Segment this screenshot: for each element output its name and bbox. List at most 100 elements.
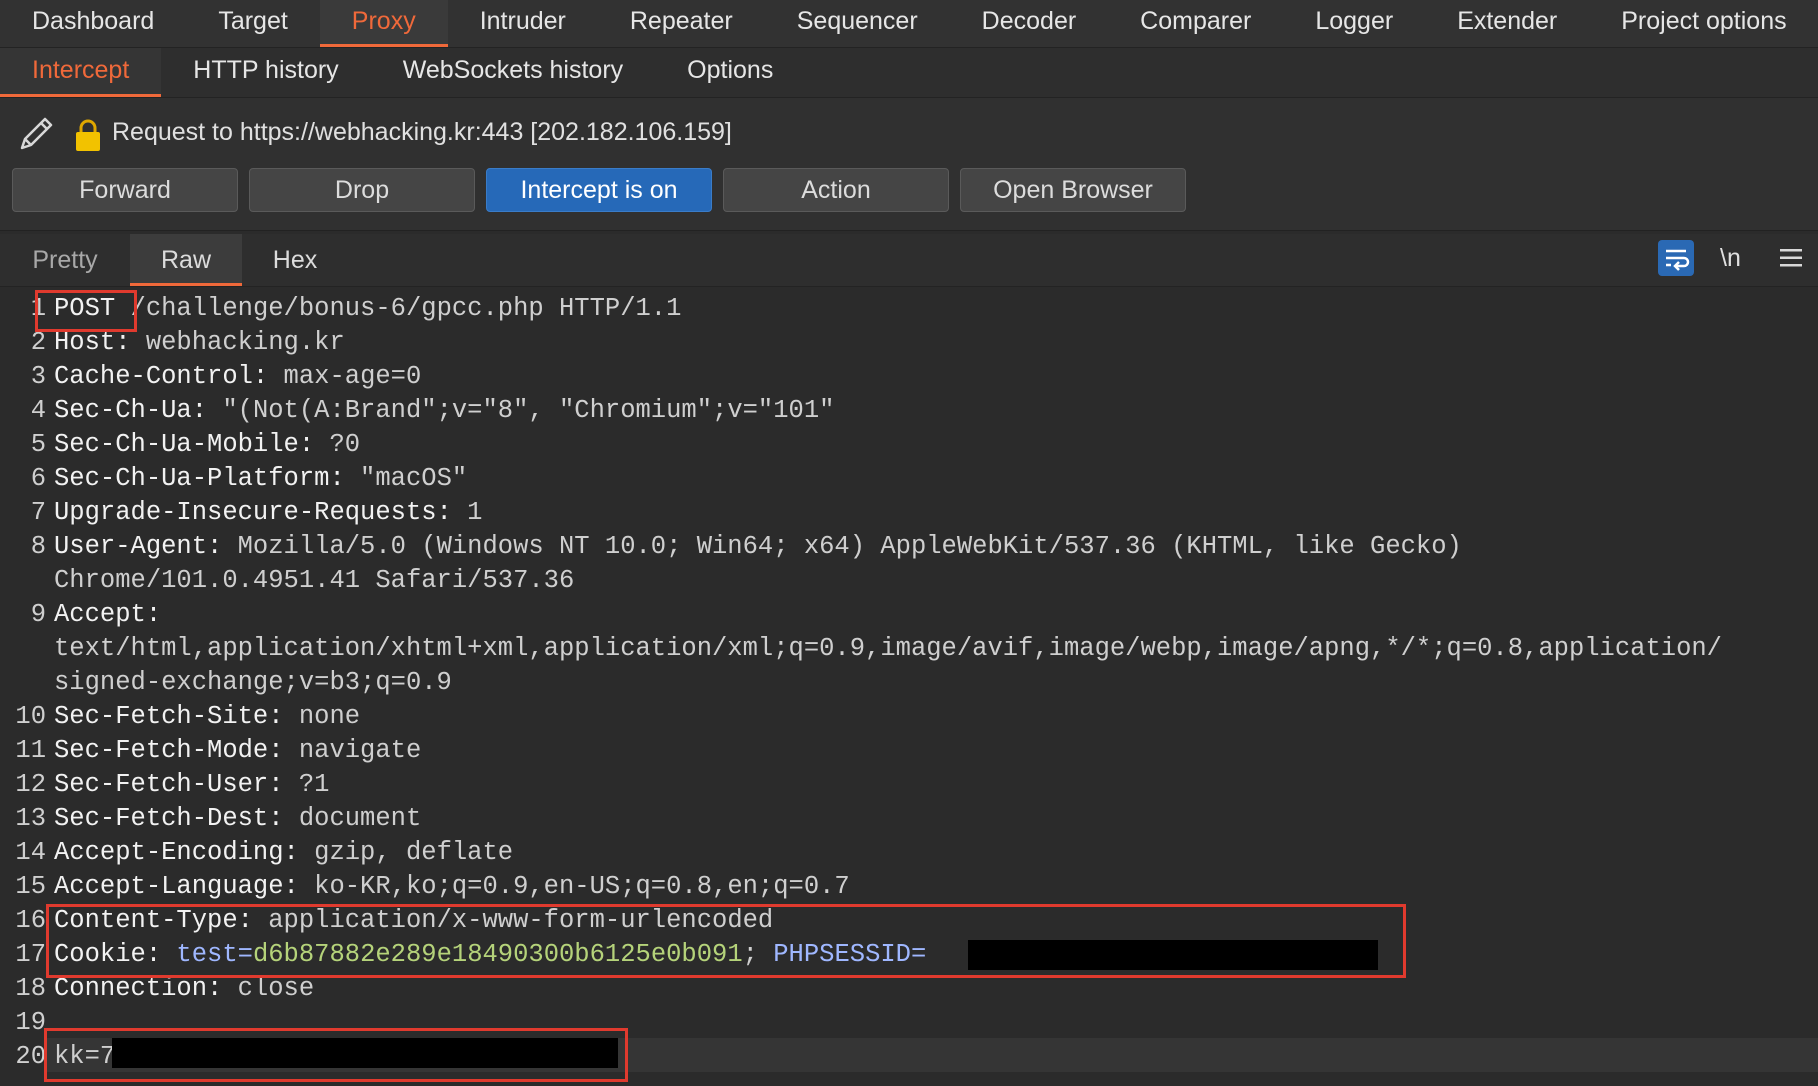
tab-dashboard[interactable]: Dashboard xyxy=(0,0,186,47)
header-line: Sec-Fetch-Site: none xyxy=(54,702,360,731)
action-button[interactable]: Action xyxy=(723,168,949,212)
body-annotation-box xyxy=(44,1028,628,1082)
line-number: 7 xyxy=(30,498,46,527)
header-value: Mozilla/5.0 (Windows NT 10.0; Win64; x64… xyxy=(222,532,1462,561)
tab-project-options[interactable]: Project options xyxy=(1589,0,1818,47)
line-number: 16 xyxy=(15,906,46,935)
header-line: Sec-Fetch-Mode: navigate xyxy=(54,736,421,765)
header-key: Accept: xyxy=(54,600,162,629)
tab-extender[interactable]: Extender xyxy=(1425,0,1589,47)
header-key: Sec-Ch-Ua-Mobile: xyxy=(54,430,315,459)
header-key: Sec-Fetch-Site: xyxy=(54,702,284,731)
open-browser-button[interactable]: Open Browser xyxy=(960,168,1186,212)
forward-button[interactable]: Forward xyxy=(12,168,238,212)
line-number: 6 xyxy=(30,464,46,493)
tab-comparer[interactable]: Comparer xyxy=(1108,0,1283,47)
header-value: Chrome/101.0.4951.41 Safari/537.36 xyxy=(54,566,575,595)
header-line-continued: Chrome/101.0.4951.41 Safari/537.36 xyxy=(54,566,574,595)
tab-intercept[interactable]: Intercept xyxy=(0,48,162,97)
request-line: POST /challenge/bonus-6/gpcc.php HTTP/1.… xyxy=(54,294,681,323)
header-line: Sec-Ch-Ua-Platform: "macOS" xyxy=(54,464,467,493)
tab-intruder[interactable]: Intruder xyxy=(448,0,598,47)
line-number: 2 xyxy=(30,328,46,357)
method-annotation-box xyxy=(35,290,137,332)
header-value: ko-KR,ko;q=0.9,en-US;q=0.8,en;q=0.7 xyxy=(298,872,850,901)
header-value: navigate xyxy=(283,736,422,765)
tab-decoder[interactable]: Decoder xyxy=(950,0,1109,47)
line-number: 5 xyxy=(30,430,46,459)
line-number: 10 xyxy=(15,702,46,731)
header-key: Accept-Encoding: xyxy=(54,838,299,867)
tab-proxy[interactable]: Proxy xyxy=(319,0,448,47)
header-line: Accept-Encoding: gzip, deflate xyxy=(54,838,513,867)
header-value: text/html,application/xhtml+xml,applicat… xyxy=(54,634,1722,663)
newline-toggle[interactable]: \n xyxy=(1720,244,1741,273)
header-value: none xyxy=(283,702,361,731)
header-key: Accept-Language: xyxy=(54,872,299,901)
header-value: gzip, deflate xyxy=(298,838,514,867)
header-line: Sec-Fetch-User: ?1 xyxy=(54,770,329,799)
header-key: Sec-Ch-Ua: xyxy=(54,396,208,425)
intercept-toggle-button[interactable]: Intercept is on xyxy=(486,168,712,212)
main-tab-bar: Dashboard Target Proxy Intruder Repeater… xyxy=(0,0,1818,48)
header-value: webhacking.kr xyxy=(130,328,345,357)
header-line-continued: text/html,application/xhtml+xml,applicat… xyxy=(54,634,1722,663)
message-editor-tabs: Pretty Raw Hex xyxy=(0,234,1818,287)
header-key: Sec-Fetch-Mode: xyxy=(54,736,284,765)
line-number: 3 xyxy=(30,362,46,391)
tab-options[interactable]: Options xyxy=(655,48,805,97)
word-wrap-icon[interactable] xyxy=(1658,240,1694,276)
header-line-continued: signed-exchange;v=b3;q=0.9 xyxy=(54,668,452,697)
tab-raw[interactable]: Raw xyxy=(130,234,242,286)
tab-hex[interactable]: Hex xyxy=(250,234,340,286)
tab-websockets-history[interactable]: WebSockets history xyxy=(371,48,655,97)
tab-pretty[interactable]: Pretty xyxy=(10,234,120,286)
header-line: Sec-Ch-Ua: "(Not(A:Brand";v="8", "Chromi… xyxy=(54,396,834,425)
tab-logger[interactable]: Logger xyxy=(1283,0,1425,47)
header-key: Connection: xyxy=(54,974,223,1003)
tab-http-history[interactable]: HTTP history xyxy=(161,48,370,97)
header-value: max-age=0 xyxy=(268,362,422,391)
pencil-icon[interactable] xyxy=(16,112,58,154)
tab-target[interactable]: Target xyxy=(186,0,319,47)
request-path: /challenge/bonus-6/gpcc.php HTTP/1.1 xyxy=(115,294,682,323)
header-line: Upgrade-Insecure-Requests: 1 xyxy=(54,498,482,527)
header-value: "(Not(A:Brand";v="8", "Chromium";v="101" xyxy=(207,396,835,425)
line-number: 8 xyxy=(30,532,46,561)
request-target-label: Request to https://webhacking.kr:443 [20… xyxy=(112,118,732,146)
hamburger-menu-icon[interactable] xyxy=(1780,248,1802,268)
header-line: Accept-Language: ko-KR,ko;q=0.9,en-US;q=… xyxy=(54,872,850,901)
headers-annotation-box xyxy=(46,904,1406,978)
header-key: Cache-Control: xyxy=(54,362,269,391)
request-editor[interactable]: 1 2 3 4 5 6 7 8 9 10 11 12 13 14 15 16 1… xyxy=(0,290,1818,1086)
tab-sequencer[interactable]: Sequencer xyxy=(765,0,950,47)
header-line: Cache-Control: max-age=0 xyxy=(54,362,421,391)
proxy-sub-tab-bar: Intercept HTTP history WebSockets histor… xyxy=(0,48,1818,98)
header-value: close xyxy=(222,974,315,1003)
header-line: Accept: xyxy=(54,600,161,629)
line-number: 15 xyxy=(15,872,46,901)
line-number: 4 xyxy=(30,396,46,425)
header-key: Sec-Ch-Ua-Platform: xyxy=(54,464,345,493)
line-number: 14 xyxy=(15,838,46,867)
tab-repeater[interactable]: Repeater xyxy=(598,0,765,47)
header-value: ?0 xyxy=(314,430,361,459)
line-number: 19 xyxy=(15,1008,46,1037)
header-line: User-Agent: Mozilla/5.0 (Windows NT 10.0… xyxy=(54,532,1462,561)
header-value: document xyxy=(283,804,422,833)
header-value: 1 xyxy=(451,498,483,527)
header-key: Sec-Fetch-Dest: xyxy=(54,804,284,833)
drop-button[interactable]: Drop xyxy=(249,168,475,212)
header-line: Sec-Fetch-Dest: document xyxy=(54,804,421,833)
header-value: signed-exchange;v=b3;q=0.9 xyxy=(54,668,452,697)
line-number: 9 xyxy=(30,600,46,629)
header-value: ?1 xyxy=(283,770,330,799)
header-key: Upgrade-Insecure-Requests: xyxy=(54,498,452,527)
header-value: "macOS" xyxy=(344,464,468,493)
header-key: Sec-Fetch-User: xyxy=(54,770,284,799)
line-number: 18 xyxy=(15,974,46,1003)
line-number: 17 xyxy=(15,940,46,969)
line-number: 13 xyxy=(15,804,46,833)
header-line: Host: webhacking.kr xyxy=(54,328,345,357)
line-number: 20 xyxy=(15,1042,46,1071)
